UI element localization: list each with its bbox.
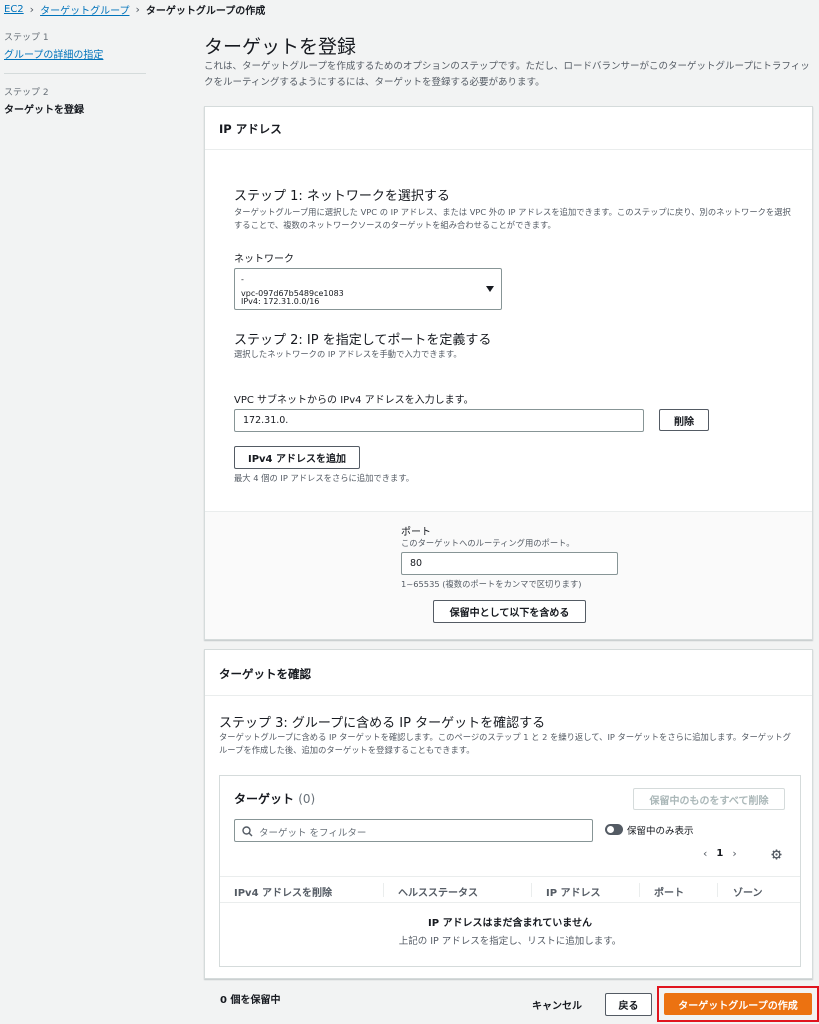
breadcrumb-ec2-link[interactable]: EC2 [4, 4, 24, 15]
create-target-group-button[interactable]: ターゲットグループの作成 [664, 993, 812, 1015]
port-hint: 1~65535 (複数のポートをカンマで区切ります) [401, 579, 582, 589]
add-ipv4-hint: 最大 4 個の IP アドレスをさらに追加できます。 [234, 473, 415, 483]
targets-table-container: ターゲット (0) 保留中のものをすべて削除 ターゲット をフィルター 保留中の… [219, 775, 801, 967]
column-separator [383, 883, 384, 897]
column-header[interactable]: ゾーン [733, 884, 763, 899]
caret-down-icon [486, 286, 494, 292]
page-description: これは、ターゲットグループを作成するためのオプションのステップです。ただし、ロー… [204, 61, 810, 88]
cancel-link[interactable]: キャンセル [532, 997, 582, 1012]
targets-title-text: ターゲット [234, 792, 295, 806]
include-as-pending-button[interactable]: 保留中として以下を含める [433, 600, 586, 623]
table-header-row: IPv4 アドレスを削除 ヘルスステータス IP アドレス ポート ゾーン [220, 876, 800, 903]
step1-description: ターゲットグループ用に選択した VPC の IP アドレス、または VPC 外の… [234, 207, 791, 230]
ip-panel-header: IP アドレス [205, 107, 812, 150]
port-section: ポート このターゲットへのルーティング用のポート。 80 1~65535 (複数… [205, 511, 812, 639]
targets-count: (0) [298, 792, 316, 806]
pending-count: 0 個を保留中 [220, 995, 281, 1006]
network-label: ネットワーク [234, 254, 294, 265]
port-input[interactable]: 80 [401, 552, 618, 575]
step2-label: ターゲットを登録 [4, 105, 84, 116]
add-ipv4-address-button[interactable]: IPv4 アドレスを追加 [234, 446, 360, 469]
chevron-left-icon[interactable]: ‹ [703, 847, 707, 860]
review-panel-header: ターゲットを確認 [205, 650, 812, 696]
column-separator [717, 883, 718, 897]
pagination: ‹ 1 › [703, 847, 737, 860]
ipv4-address-input[interactable]: 172.31.0. [234, 409, 644, 432]
step-divider [4, 73, 146, 74]
page-number[interactable]: 1 [716, 848, 723, 859]
step2-description: 選択したネットワークの IP アドレスを手動で入力できます。 [234, 349, 462, 359]
column-header[interactable]: ヘルスステータス [398, 884, 478, 899]
network-select-line1: - [241, 275, 244, 284]
ipv4-label: VPC サブネットからの IPv4 アドレスを入力します。 [234, 395, 474, 406]
table-empty-description: 上記の IP アドレスを指定し、リストに追加します。 [398, 936, 622, 947]
column-separator [639, 883, 640, 897]
step1-link[interactable]: グループの詳細の指定 [4, 46, 146, 61]
step2-number: ステップ 2 [4, 88, 49, 98]
breadcrumb: EC2 › ターゲットグループ › ターゲットグループの作成 [4, 2, 265, 17]
network-select-cidr: IPv4: 172.31.0.0/16 [241, 297, 320, 306]
port-description: このターゲットへのルーティング用のポート。 [401, 538, 575, 548]
wizard-steps-nav: ステップ 1 グループの詳細の指定 ステップ 2 ターゲットを登録 [4, 30, 146, 116]
column-separator [531, 883, 532, 897]
search-icon [242, 826, 253, 837]
column-header[interactable]: ポート [654, 884, 684, 899]
review-targets-panel: ターゲットを確認 ステップ 3: グループに含める IP ターゲットを確認する … [204, 649, 813, 979]
port-label: ポート [401, 527, 431, 538]
targets-table-title: ターゲット (0) [234, 790, 315, 807]
ip-address-panel: IP アドレス ステップ 1: ネットワークを選択する ターゲットグループ用に選… [204, 106, 813, 640]
pending-only-label: 保留中のみ表示 [627, 826, 694, 837]
breadcrumb-target-groups-link[interactable]: ターゲットグループ [40, 2, 129, 17]
network-select[interactable]: - vpc-097d67b5489ce1083 IPv4: 172.31.0.0… [234, 268, 502, 310]
target-filter-input[interactable]: ターゲット をフィルター [234, 819, 593, 842]
chevron-right-icon[interactable]: › [732, 847, 736, 860]
settings-gear-icon[interactable] [771, 849, 782, 860]
step1-number: ステップ 1 [4, 33, 49, 43]
chevron-right-icon: › [29, 3, 35, 16]
page-title: ターゲットを登録 [204, 36, 357, 58]
breadcrumb-current: ターゲットグループの作成 [145, 6, 266, 17]
back-button[interactable]: 戻る [605, 993, 652, 1016]
chevron-right-icon: › [135, 3, 140, 16]
column-header[interactable]: IP アドレス [546, 884, 601, 899]
filter-placeholder: ターゲット をフィルター [259, 828, 367, 839]
pending-only-toggle[interactable] [605, 824, 623, 835]
step3-description: ターゲットグループに含める IP ターゲットを確認します。このページのステップ … [219, 732, 791, 755]
remove-all-pending-button[interactable]: 保留中のものをすべて削除 [633, 788, 785, 810]
step2-title: ステップ 2: IP を指定してポートを定義する [234, 333, 492, 348]
highlight-box: ターゲットグループの作成 [657, 986, 819, 1022]
table-empty-title: IP アドレスはまだ含まれていません [428, 918, 592, 929]
step1-title: ステップ 1: ネットワークを選択する [234, 189, 450, 204]
column-header[interactable]: IPv4 アドレスを削除 [234, 884, 332, 899]
remove-ipv4-button[interactable]: 削除 [659, 409, 709, 431]
step3-title: ステップ 3: グループに含める IP ターゲットを確認する [219, 716, 546, 731]
